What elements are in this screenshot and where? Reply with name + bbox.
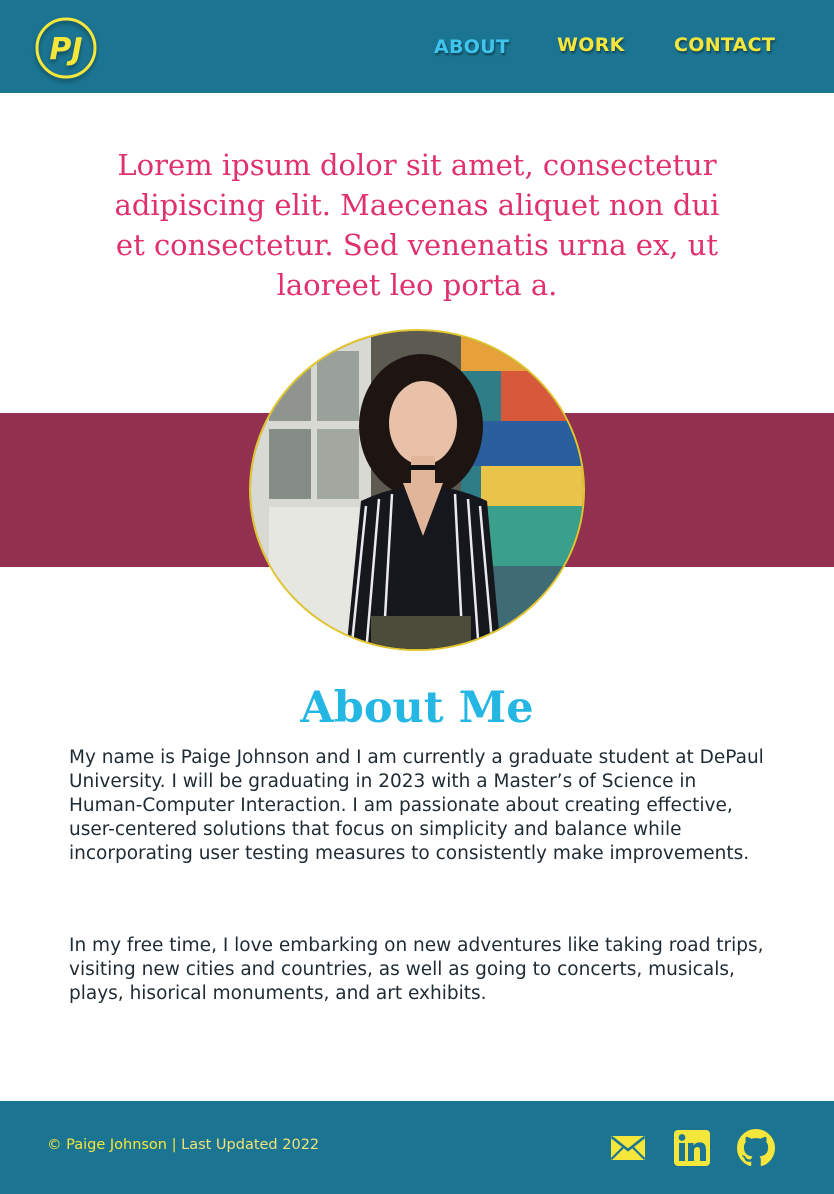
about-paragraph: In my free time, I love embarking on new… xyxy=(69,935,764,1004)
linkedin-icon xyxy=(674,1130,710,1166)
linkedin-link[interactable] xyxy=(673,1129,711,1167)
site-header: PJ ABOUT WORK CONTACT xyxy=(0,0,834,93)
copyright-symbol: © xyxy=(47,1137,62,1153)
profile-photo xyxy=(249,329,585,651)
mail-icon xyxy=(610,1135,646,1160)
nav-about[interactable]: ABOUT xyxy=(434,36,509,58)
copyright-separator: | xyxy=(171,1137,177,1153)
github-link[interactable] xyxy=(737,1129,775,1167)
github-icon xyxy=(737,1129,775,1167)
last-updated: Last Updated 2022 xyxy=(181,1137,320,1153)
hero-tagline: Lorem ipsum dolor sit amet, consectetur … xyxy=(114,148,720,302)
about-title: About Me xyxy=(300,683,534,733)
copyright-name: Paige Johnson xyxy=(66,1137,167,1153)
about-paragraph: My name is Paige Johnson and I am curren… xyxy=(69,747,764,864)
copyright: © Paige Johnson | Last Updated 2022 xyxy=(47,1137,319,1153)
logo-link[interactable]: PJ xyxy=(34,16,98,80)
site-footer: © Paige Johnson | Last Updated 2022 xyxy=(0,1101,834,1194)
mail-link[interactable] xyxy=(609,1129,647,1167)
nav-contact[interactable]: CONTACT xyxy=(674,34,775,56)
logo-text: PJ xyxy=(49,32,82,67)
nav-work[interactable]: WORK xyxy=(557,34,625,56)
logo-icon: PJ xyxy=(35,17,97,79)
